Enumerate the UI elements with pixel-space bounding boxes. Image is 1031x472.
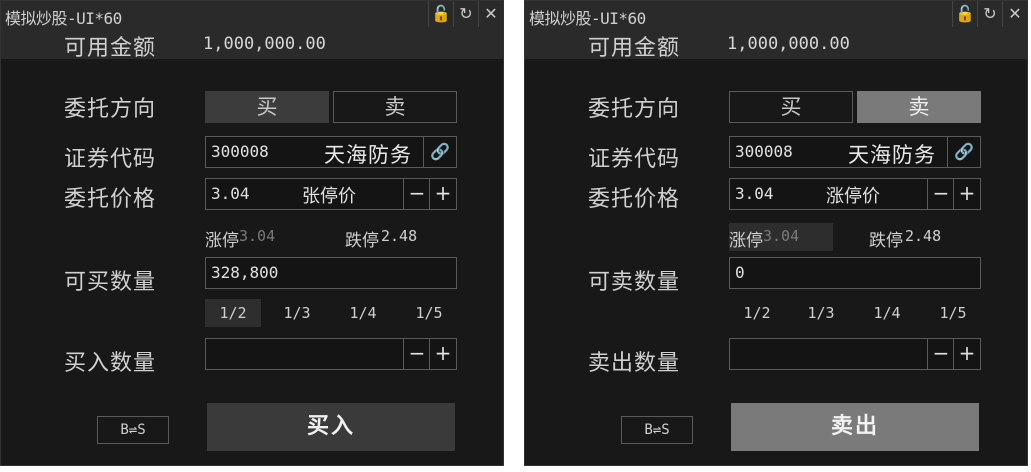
title-bar: 模拟炒股-UI*60 🔓 ↻ ✕ <box>525 1 1027 28</box>
avail-qty-label: 可买数量 <box>63 270 156 295</box>
limit-down-label: 跌停 <box>345 231 379 251</box>
balance-value: 1,000,000.00 <box>727 34 850 54</box>
price-minus-button[interactable]: − <box>403 179 430 209</box>
swap-direction-button[interactable]: B⇌S <box>621 416 693 444</box>
stock-name: 天海防务 <box>324 143 412 167</box>
title-bar: 模拟炒股-UI*60 🔓 ↻ ✕ <box>1 1 503 28</box>
qty-minus-button[interactable]: − <box>927 339 954 369</box>
limit-row: 涨停 3.04 跌停 2.48 <box>729 223 981 251</box>
fraction-half-button[interactable]: 1/2 <box>729 299 785 327</box>
avail-qty-value: 0 <box>735 263 745 282</box>
code-field[interactable]: 300008 天海防务 🔗 <box>205 136 457 168</box>
code-label: 证券代码 <box>63 147 156 172</box>
lock-icon[interactable]: 🔓 <box>428 1 453 27</box>
limit-price-button[interactable]: 涨停价 <box>826 182 880 208</box>
qty-plus-button[interactable]: + <box>429 339 456 369</box>
fraction-third-button[interactable]: 1/3 <box>269 299 325 327</box>
price-plus-button[interactable]: + <box>953 179 980 209</box>
fraction-third-button[interactable]: 1/3 <box>793 299 849 327</box>
code-field[interactable]: 300008 天海防务 🔗 <box>729 136 981 168</box>
link-icon[interactable]: 🔗 <box>423 137 456 167</box>
code-value: 300008 <box>735 142 793 161</box>
fraction-quarter-button[interactable]: 1/4 <box>859 299 915 327</box>
order-qty-input[interactable]: − + <box>729 338 981 370</box>
fraction-quarter-button[interactable]: 1/4 <box>335 299 391 327</box>
sell-direction-button[interactable]: 卖 <box>333 91 457 123</box>
avail-qty-field: 328,800 <box>205 257 457 289</box>
limit-down-label: 跌停 <box>869 231 903 251</box>
limit-up-value[interactable]: 3.04 <box>239 227 275 245</box>
limit-up-label: 涨停 <box>729 231 763 251</box>
buy-direction-button[interactable]: 买 <box>729 91 853 123</box>
sell-direction-button[interactable]: 卖 <box>857 91 981 123</box>
trade-panel-buy: 模拟炒股-UI*60 🔓 ↻ ✕ 可用金额 1,000,000.00 委托方向 … <box>0 0 504 466</box>
refresh-icon[interactable]: ↻ <box>453 1 478 27</box>
sell-submit-button[interactable]: 卖出 <box>731 403 979 451</box>
avail-qty-field: 0 <box>729 257 981 289</box>
qty-minus-button[interactable]: − <box>403 339 430 369</box>
price-label: 委托价格 <box>63 187 156 212</box>
avail-qty-value: 328,800 <box>211 263 279 282</box>
price-minus-button[interactable]: − <box>927 179 954 209</box>
price-label: 委托价格 <box>587 187 680 212</box>
window-title: 模拟炒股-UI*60 <box>5 9 122 28</box>
stock-name: 天海防务 <box>848 143 936 167</box>
lock-icon[interactable]: 🔓 <box>952 1 977 27</box>
refresh-icon[interactable]: ↻ <box>977 1 1002 27</box>
fraction-row: 1/2 1/3 1/4 1/5 <box>729 299 981 327</box>
price-plus-button[interactable]: + <box>429 179 456 209</box>
fraction-fifth-button[interactable]: 1/5 <box>925 299 981 327</box>
buy-direction-button[interactable]: 买 <box>205 91 329 123</box>
limit-down-value[interactable]: 2.48 <box>905 227 941 245</box>
fraction-half-button[interactable]: 1/2 <box>205 299 261 327</box>
code-label: 证券代码 <box>587 147 680 172</box>
fraction-row: 1/2 1/3 1/4 1/5 <box>205 299 457 327</box>
price-field[interactable]: 3.04 涨停价 − + <box>729 178 981 210</box>
window-title: 模拟炒股-UI*60 <box>529 9 646 28</box>
close-icon[interactable]: ✕ <box>478 1 503 27</box>
balance-label: 可用金额 <box>587 36 680 61</box>
price-field[interactable]: 3.04 张停价 − + <box>205 178 457 210</box>
swap-direction-button[interactable]: B⇌S <box>97 416 169 444</box>
avail-qty-label: 可卖数量 <box>587 270 680 295</box>
limit-up-value[interactable]: 3.04 <box>763 227 799 245</box>
buy-submit-button[interactable]: 买入 <box>207 403 455 451</box>
fraction-fifth-button[interactable]: 1/5 <box>401 299 457 327</box>
balance-value: 1,000,000.00 <box>203 34 326 54</box>
qty-plus-button[interactable]: + <box>953 339 980 369</box>
order-qty-label: 买入数量 <box>63 351 156 376</box>
price-value: 3.04 <box>211 184 250 203</box>
order-qty-label: 卖出数量 <box>587 351 680 376</box>
order-qty-input[interactable]: − + <box>205 338 457 370</box>
trade-panel-sell: 模拟炒股-UI*60 🔓 ↻ ✕ 可用金额 1,000,000.00 委托方向 … <box>524 0 1028 466</box>
balance-label: 可用金额 <box>63 36 156 61</box>
limit-price-button[interactable]: 张停价 <box>302 182 356 208</box>
price-value: 3.04 <box>735 184 774 203</box>
code-value: 300008 <box>211 142 269 161</box>
limit-up-label: 涨停 <box>205 231 239 251</box>
close-icon[interactable]: ✕ <box>1002 1 1027 27</box>
link-icon[interactable]: 🔗 <box>947 137 980 167</box>
limit-down-value[interactable]: 2.48 <box>381 227 417 245</box>
limit-row: 涨停 3.04 跌停 2.48 <box>205 223 457 251</box>
